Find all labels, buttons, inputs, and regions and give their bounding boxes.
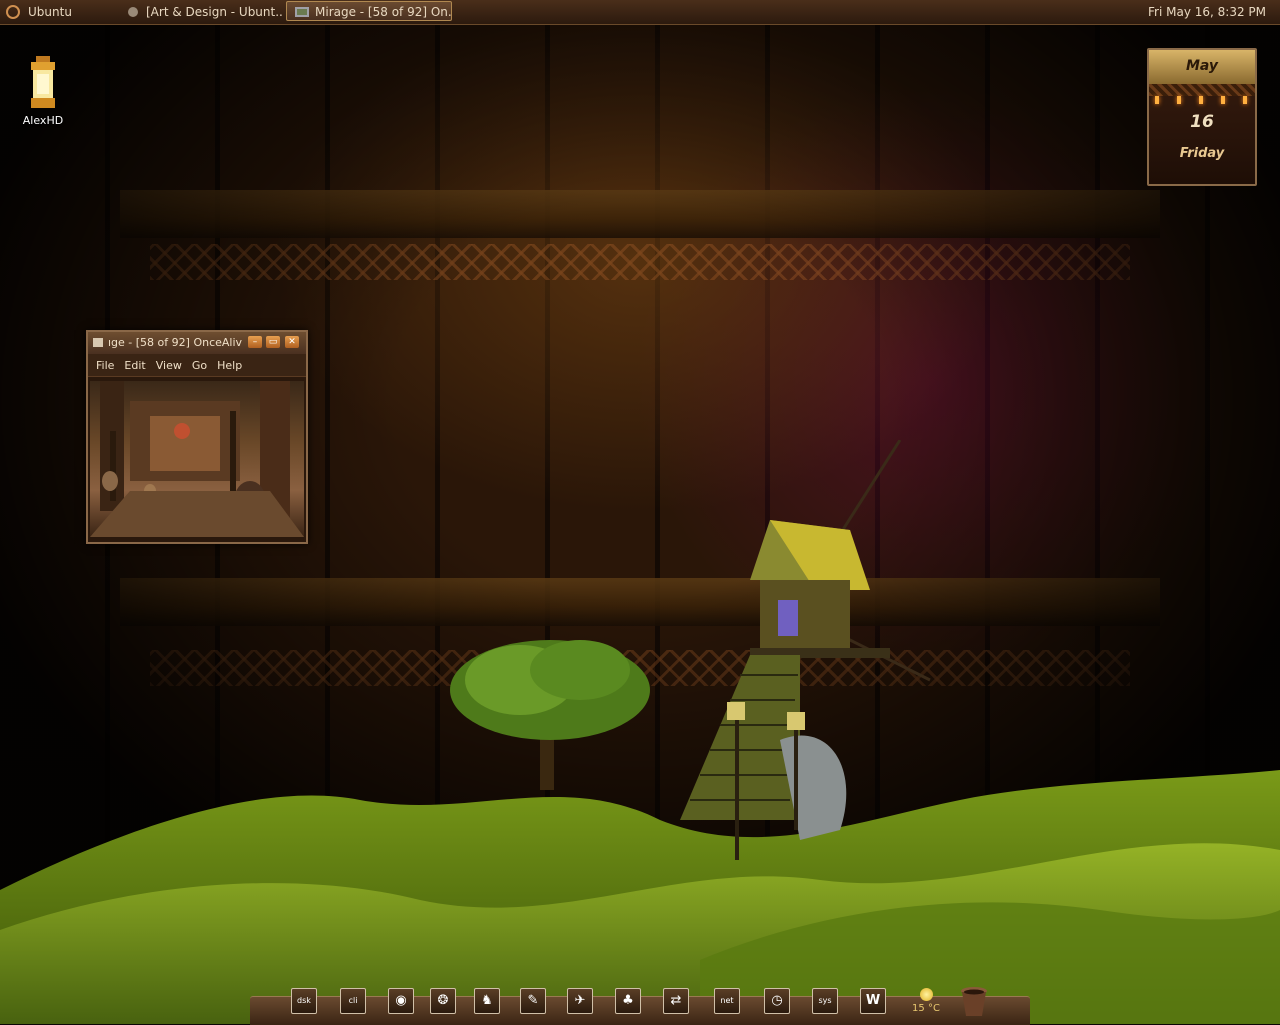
clover-icon: ♣ xyxy=(622,993,634,1008)
ubuntu-menu-button[interactable]: Ubuntu xyxy=(6,3,106,21)
menu-edit[interactable]: Edit xyxy=(124,359,145,372)
sun-icon xyxy=(919,988,933,1001)
dock-clover-button[interactable]: ♣ xyxy=(615,988,641,1014)
calendar-ornament xyxy=(1149,84,1255,96)
top-panel: Ubuntu [Art & Design - Ubunt... Mirage -… xyxy=(0,0,1280,25)
calendar-day: 16 xyxy=(1190,112,1214,132)
lantern-icon xyxy=(31,56,55,108)
dock-inkscape-button[interactable]: ✎ xyxy=(520,988,546,1014)
menu-help[interactable]: Help xyxy=(217,359,242,372)
dock-item-label: cli xyxy=(348,996,358,1005)
window-titlebar[interactable]: ıge - [58 of 92] OnceAliv – ▭ ✕ xyxy=(88,332,306,354)
dock-pidgin-button[interactable]: ❂ xyxy=(430,988,456,1014)
taskbar-item-label: [Art & Design - Ubunt... xyxy=(146,5,283,19)
ubuntu-logo-icon xyxy=(6,5,20,19)
gimp-icon: ♞ xyxy=(481,993,493,1008)
menu-file[interactable]: File xyxy=(96,359,114,372)
dock-item-label: net xyxy=(720,996,734,1005)
dock-item-label: dsk xyxy=(297,996,311,1005)
window-title: ıge - [58 of 92] OnceAliv xyxy=(108,336,243,349)
calendar-widget[interactable]: May 16 Friday xyxy=(1147,48,1257,186)
pidgin-icon: ❂ xyxy=(437,993,449,1008)
desktop-icon-alexhd[interactable]: AlexHD xyxy=(18,56,68,127)
weather-applet[interactable]: 15 °C xyxy=(910,988,942,1014)
menu-go[interactable]: Go xyxy=(192,359,207,372)
image-preview[interactable] xyxy=(90,381,304,537)
weather-temperature: 15 °C xyxy=(912,1003,940,1014)
dock-transfer-button[interactable]: ⇄ xyxy=(663,988,689,1014)
desktop-icon-label: AlexHD xyxy=(22,114,64,127)
dock-cli-button[interactable]: cli xyxy=(340,988,366,1014)
taskbar-item-art-design[interactable]: [Art & Design - Ubunt... xyxy=(118,3,283,21)
dock-gimp-button[interactable]: ♞ xyxy=(474,988,500,1014)
trash-icon[interactable] xyxy=(960,986,988,1018)
light xyxy=(1155,96,1159,104)
temple-interior-image xyxy=(90,381,304,537)
calendar-lights xyxy=(1149,96,1255,104)
clock-icon: ◷ xyxy=(771,993,783,1008)
firefox-icon: ◉ xyxy=(395,993,407,1008)
dock-firefox-button[interactable]: ◉ xyxy=(388,988,414,1014)
light xyxy=(1221,96,1225,104)
calendar-month: May xyxy=(1185,58,1219,74)
calendar-header: May xyxy=(1149,50,1255,84)
transfer-icon: ⇄ xyxy=(670,993,682,1008)
dock-xfce-button[interactable]: ✈ xyxy=(567,988,593,1014)
window-menu-icon[interactable] xyxy=(93,338,103,347)
browser-icon xyxy=(128,7,138,17)
dock-writer-button[interactable]: W xyxy=(860,988,886,1014)
bird-icon: ✈ xyxy=(574,993,586,1008)
close-button[interactable]: ✕ xyxy=(285,336,299,348)
light xyxy=(1243,96,1247,104)
dock-item-label: W xyxy=(865,993,881,1008)
image-viewer-icon xyxy=(295,7,309,17)
menu-view[interactable]: View xyxy=(156,359,182,372)
window-menubar: File Edit View Go Help xyxy=(88,354,306,377)
inkscape-icon: ✎ xyxy=(527,993,539,1008)
light xyxy=(1199,96,1203,104)
treehouse xyxy=(680,440,931,860)
light xyxy=(1177,96,1181,104)
calendar-weekday: Friday xyxy=(1179,146,1225,161)
taskbar-item-mirage[interactable]: Mirage - [58 of 92] On... xyxy=(286,1,452,21)
dock-clock-button[interactable]: ◷ xyxy=(764,988,790,1014)
dock-sys-button[interactable]: sys xyxy=(812,988,838,1014)
maximize-button[interactable]: ▭ xyxy=(266,336,280,348)
taskbar-item-label: Mirage - [58 of 92] On... xyxy=(315,5,452,19)
dock-item-label: sys xyxy=(818,996,832,1005)
dock-dsk-button[interactable]: dsk xyxy=(291,988,317,1014)
dock-net-button[interactable]: net xyxy=(714,988,740,1014)
mirage-window[interactable]: ıge - [58 of 92] OnceAliv – ▭ ✕ File Edi… xyxy=(86,330,308,544)
panel-clock[interactable]: Fri May 16, 8:32 PM xyxy=(1148,3,1266,21)
minimize-button[interactable]: – xyxy=(248,336,262,348)
ubuntu-menu-label: Ubuntu xyxy=(28,5,72,19)
